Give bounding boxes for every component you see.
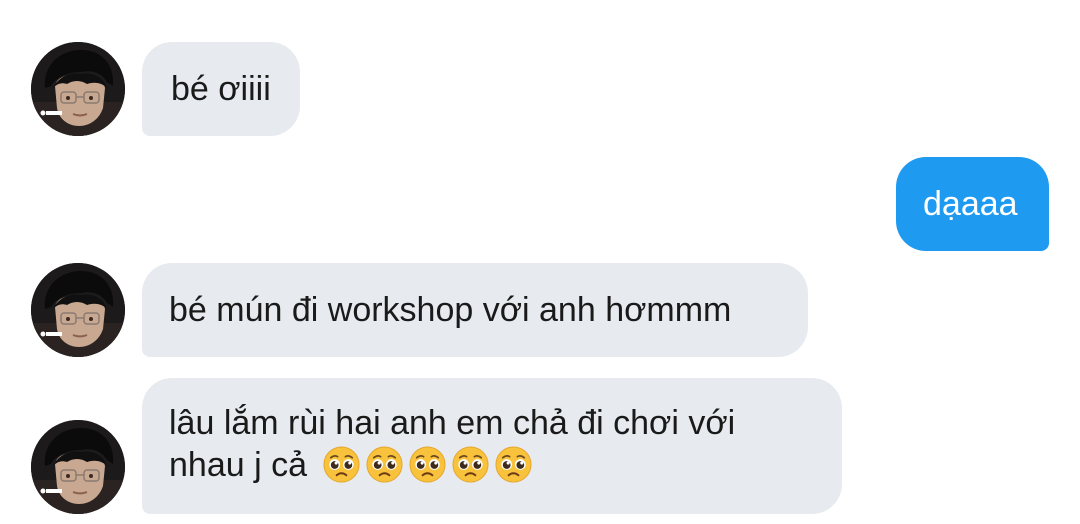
avatar[interactable] [31, 263, 125, 357]
message-text: bé ơiiii [171, 70, 271, 108]
message-text-line: nhau j cả [169, 444, 842, 487]
pleading-face-icon [451, 445, 490, 484]
message-bubble-incoming[interactable]: lâu lắm rùi hai anh em chả đi chơi với n… [142, 378, 842, 514]
message-bubble-incoming[interactable]: bé mún đi workshop với anh hơmmm [142, 263, 808, 357]
message-bubble-outgoing[interactable]: dạaaa [896, 157, 1049, 251]
avatar[interactable] [31, 420, 125, 514]
pleading-face-icon [408, 445, 447, 484]
pleading-face-icon [322, 445, 361, 484]
avatar[interactable] [31, 42, 125, 136]
pleading-face-icon [365, 445, 404, 484]
message-text: dạaaa [923, 185, 1018, 223]
message-text-line: lâu lắm rùi hai anh em chả đi chơi với [169, 404, 736, 442]
pleading-face-icon [494, 445, 533, 484]
message-text: bé mún đi workshop với anh hơmmm [169, 291, 732, 329]
emoji-group [322, 445, 533, 484]
message-bubble-incoming[interactable]: bé ơiiii [142, 42, 300, 136]
message-text: nhau j cả [169, 446, 307, 484]
